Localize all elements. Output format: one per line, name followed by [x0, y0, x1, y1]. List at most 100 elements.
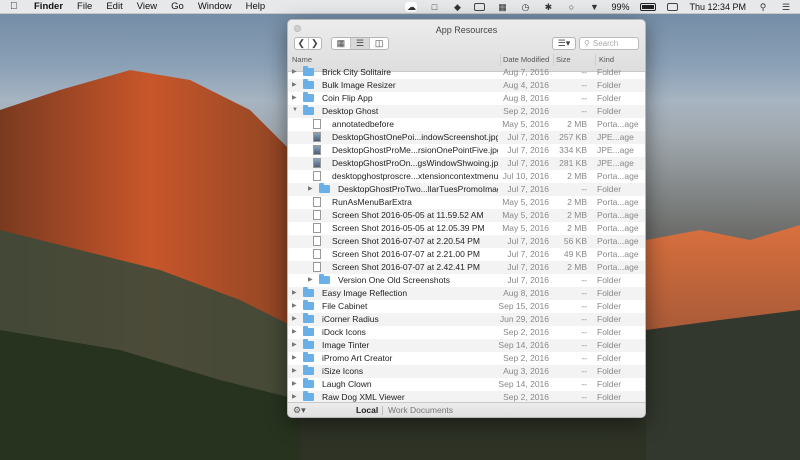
spotlight-icon[interactable]: ⚲ — [757, 2, 769, 12]
list-item[interactable]: annotatedbefore May 5, 2016 2 MB Porta...ag… — [288, 118, 645, 131]
list-item[interactable]: ▶ DesktopGhostProTwo...llarTuesPromoImage… — [288, 183, 645, 196]
file-size: 2 MB — [567, 171, 587, 181]
file-size: -- — [581, 93, 587, 103]
menu-go[interactable]: Go — [171, 1, 184, 12]
menu-app-name[interactable]: Finder — [34, 1, 63, 12]
disclosure-open-icon[interactable]: ▼ — [292, 107, 298, 113]
file-size: 49 KB — [563, 249, 587, 259]
disclosure-closed-icon[interactable]: ▶ — [292, 328, 297, 335]
disclosure-closed-icon[interactable]: ▶ — [308, 276, 313, 283]
list-item[interactable]: ▶ iDock Icons Sep 2, 2016 -- Folder — [288, 326, 645, 339]
col-date-modified[interactable]: Date Modified — [503, 55, 549, 64]
disclosure-closed-icon[interactable]: ▶ — [292, 302, 297, 309]
date-modified: Jul 7, 2016 — [507, 132, 549, 142]
file-kind: Porta...age — [597, 249, 639, 259]
back-icon[interactable]: ❮ — [295, 38, 309, 49]
col-name[interactable]: Name — [292, 55, 312, 64]
file-kind: Folder — [597, 67, 622, 77]
airplay-icon[interactable] — [474, 3, 486, 11]
file-name: annotatedbefore — [332, 119, 394, 129]
tab-work-documents[interactable]: Work Documents — [388, 405, 453, 415]
notification-center-icon[interactable]: ☰ — [780, 2, 792, 12]
list-item[interactable]: Screen Shot 2016-07-07 at 2.42.41 PM Jul … — [288, 261, 645, 274]
disclosure-closed-icon[interactable]: ▶ — [292, 315, 297, 322]
wifi-icon[interactable]: ○ — [565, 2, 577, 12]
file-kind: Porta...age — [597, 197, 639, 207]
disclosure-closed-icon[interactable]: ▶ — [292, 341, 297, 348]
disclosure-closed-icon[interactable]: ▶ — [308, 185, 313, 192]
folder-icon — [303, 300, 314, 310]
list-item[interactable]: ▶ iCorner Radius Jun 29, 2016 -- Folder — [288, 313, 645, 326]
list-item[interactable]: DesktopGhostProMe...rsionOnePointFive.jp… — [288, 144, 645, 157]
list-item[interactable]: desktopghostproscre...xtensioncontextmen… — [288, 170, 645, 183]
list-item[interactable]: Screen Shot 2016-05-05 at 11.59.52 AM May… — [288, 209, 645, 222]
calendar-icon[interactable] — [667, 3, 679, 11]
menu-view[interactable]: View — [137, 1, 157, 12]
date-modified: Jul 10, 2016 — [502, 171, 549, 181]
list-item[interactable]: RunAsMenuBarExtra May 5, 2016 2 MB Porta...… — [288, 196, 645, 209]
list-item[interactable]: Screen Shot 2016-05-05 at 12.05.39 PM May… — [288, 222, 645, 235]
file-size: -- — [581, 327, 587, 337]
disclosure-closed-icon[interactable]: ▶ — [292, 94, 297, 101]
col-kind[interactable]: Kind — [599, 55, 614, 64]
list-item[interactable]: ▶ Version One Old Screenshots Jul 7, 2016 -… — [288, 274, 645, 287]
menu-help[interactable]: Help — [246, 1, 266, 12]
jpeg-file-icon — [313, 158, 321, 168]
tab-local[interactable]: Local — [356, 405, 378, 415]
list-item[interactable]: ▶ Laugh Clown Sep 14, 2016 -- Folder — [288, 378, 645, 391]
battery-percent[interactable]: 99% — [611, 2, 629, 12]
list-item[interactable]: ▶ Coin Flip App Aug 8, 2016 -- Folder — [288, 92, 645, 105]
menubar-clock[interactable]: Thu 12:34 PM — [689, 2, 746, 12]
bluetooth-icon[interactable]: ✱ — [542, 2, 554, 12]
file-name: Bulk Image Resizer — [322, 80, 396, 90]
list-item[interactable]: DesktopGhostProOn...gsWindowShwoing.jpg J… — [288, 157, 645, 170]
menu-window[interactable]: Window — [198, 1, 232, 12]
cloud-icon[interactable]: ☁ — [405, 2, 418, 12]
list-item[interactable]: ▶ iSize Icons Aug 3, 2016 -- Folder — [288, 365, 645, 378]
list-item[interactable]: ▶ Bulk Image Resizer Aug 4, 2016 -- Folder — [288, 79, 645, 92]
list-item[interactable]: Screen Shot 2016-07-07 at 2.21.00 PM Jul … — [288, 248, 645, 261]
list-item[interactable]: DesktopGhostOnePoi...indowScreenshot.jpg… — [288, 131, 645, 144]
disclosure-closed-icon[interactable]: ▶ — [292, 289, 297, 296]
list-item[interactable]: ▼ Desktop Ghost Sep 2, 2016 -- Folder — [288, 105, 645, 118]
volume-icon[interactable]: ▼ — [588, 2, 600, 12]
list-item[interactable]: ▶ File Cabinet Sep 15, 2016 -- Folder — [288, 300, 645, 313]
forward-icon[interactable]: ❯ — [309, 38, 322, 49]
search-field[interactable]: ⚲ Search — [579, 37, 639, 50]
time-machine-icon[interactable]: ◷ — [519, 2, 531, 12]
keyboard-icon[interactable]: ▦ — [496, 2, 508, 12]
file-name: iCorner Radius — [322, 314, 379, 324]
list-item[interactable]: Screen Shot 2016-07-07 at 2.20.54 PM Jul … — [288, 235, 645, 248]
disclosure-closed-icon[interactable]: ▶ — [292, 393, 297, 400]
disclosure-closed-icon[interactable]: ▶ — [292, 68, 297, 75]
battery-icon[interactable] — [640, 3, 657, 11]
icon-view-icon[interactable]: ▦ — [332, 38, 351, 49]
list-view-icon[interactable]: ☰ — [350, 38, 371, 49]
layers-icon[interactable]: ☰▾ — [553, 38, 575, 49]
file-name: Screen Shot 2016-07-07 at 2.42.41 PM — [332, 262, 480, 272]
file-size: 2 MB — [567, 197, 587, 207]
date-modified: Jul 7, 2016 — [507, 262, 549, 272]
list-item[interactable]: ▶ Easy Image Reflection Aug 8, 2016 -- Folde… — [288, 287, 645, 300]
lock-icon[interactable]: □ — [428, 2, 440, 12]
list-item[interactable]: ▶ Brick City Solitaire Aug 7, 2016 -- Folder — [288, 66, 645, 79]
column-view-icon[interactable]: ◫ — [370, 38, 388, 49]
list-item[interactable]: ▶ Image Tinter Sep 14, 2016 -- Folder — [288, 339, 645, 352]
date-modified: Sep 2, 2016 — [503, 327, 549, 337]
file-name: iPromo Art Creator — [322, 353, 393, 363]
disclosure-closed-icon[interactable]: ▶ — [292, 81, 297, 88]
menu-file[interactable]: File — [77, 1, 92, 12]
apple-icon[interactable]:  — [10, 1, 22, 12]
disclosure-closed-icon[interactable]: ▶ — [292, 367, 297, 374]
folder-icon — [303, 365, 314, 375]
menu-edit[interactable]: Edit — [106, 1, 122, 12]
gear-icon[interactable]: ⚙▾ — [293, 405, 306, 416]
file-name: Desktop Ghost — [322, 106, 379, 116]
dropbox-icon[interactable]: ◆ — [451, 2, 463, 12]
disclosure-closed-icon[interactable]: ▶ — [292, 380, 297, 387]
col-size[interactable]: Size — [556, 55, 571, 64]
disclosure-closed-icon[interactable]: ▶ — [292, 354, 297, 361]
list-item[interactable]: ▶ iPromo Art Creator Sep 2, 2016 -- Folder — [288, 352, 645, 365]
file-kind: Folder — [597, 80, 622, 90]
file-size: -- — [581, 184, 587, 194]
